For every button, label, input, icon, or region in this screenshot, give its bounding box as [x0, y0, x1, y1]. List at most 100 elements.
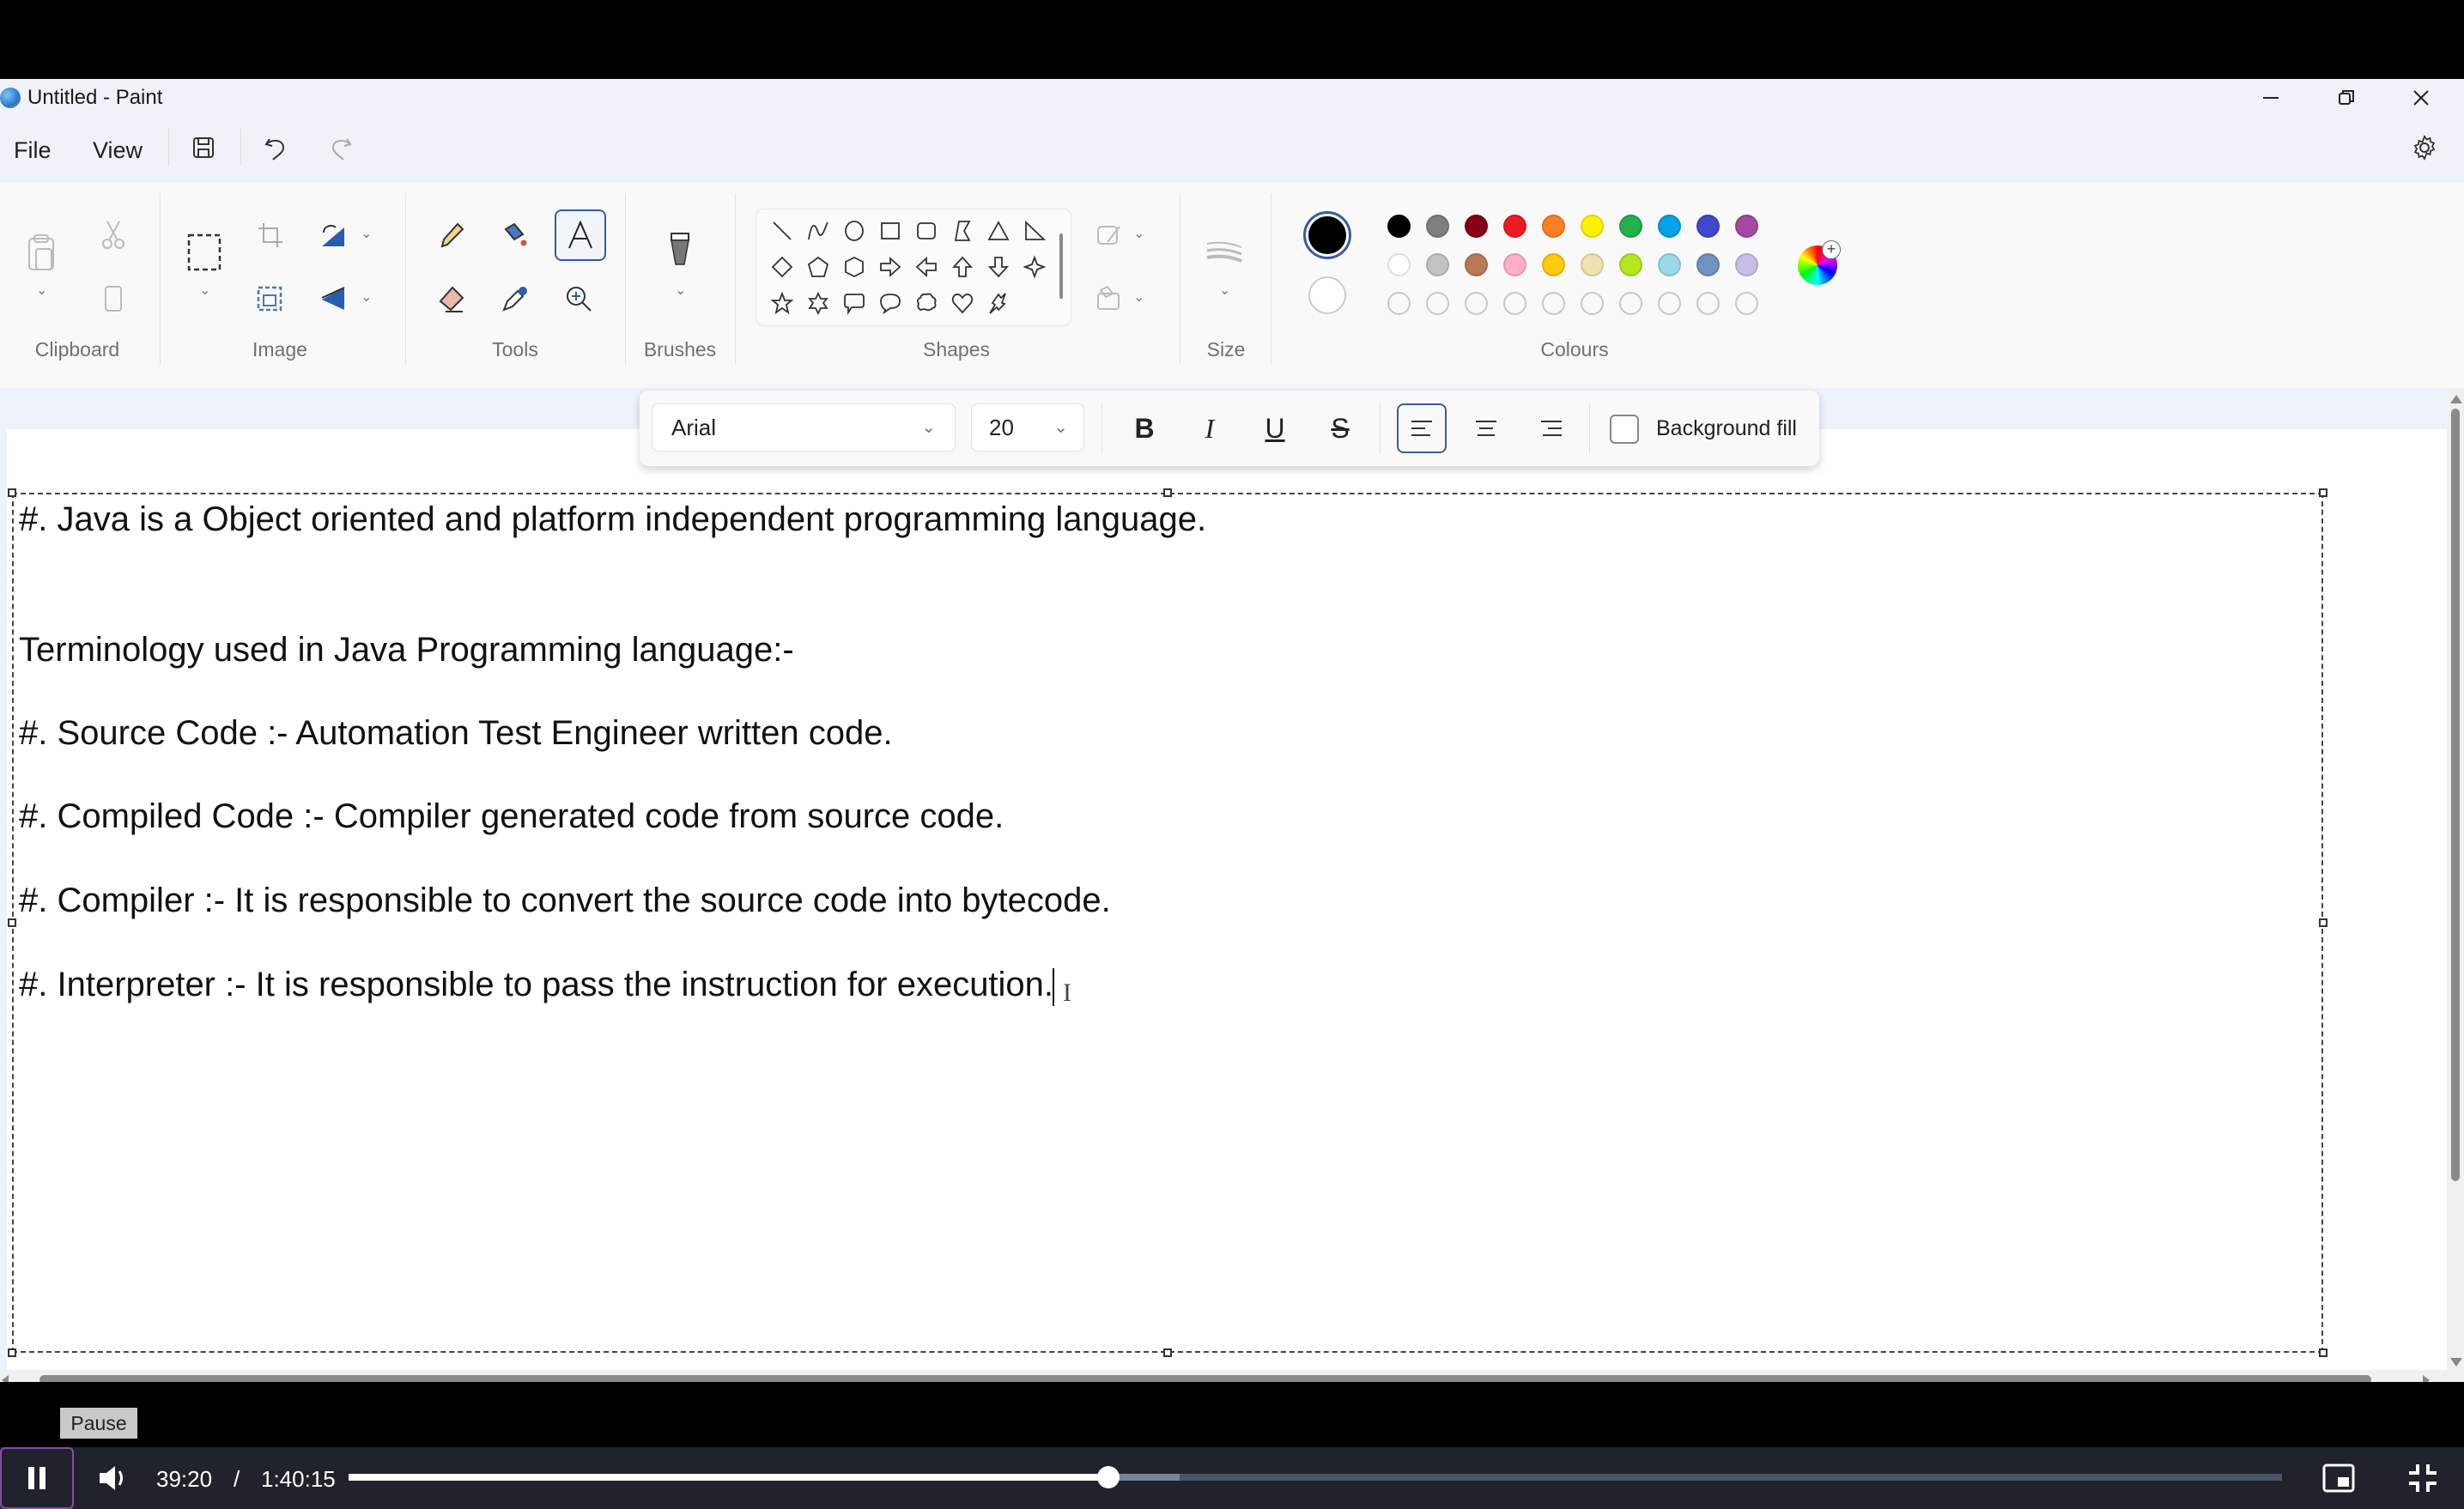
menu-file[interactable]: File — [14, 137, 52, 164]
colour-swatch[interactable] — [1619, 253, 1642, 276]
resize-handle[interactable] — [1163, 488, 1172, 497]
strikethrough-button[interactable]: S — [1318, 406, 1362, 451]
colour-swatch[interactable] — [1542, 253, 1565, 276]
resize-handle[interactable] — [8, 918, 16, 927]
custom-colour-slot[interactable] — [1619, 292, 1642, 315]
shape-five-point-star[interactable] — [764, 285, 800, 321]
colour-swatch[interactable] — [1658, 253, 1681, 276]
cut-button[interactable] — [91, 213, 136, 258]
crop-button[interactable] — [247, 213, 292, 258]
colour-swatch[interactable] — [1658, 215, 1681, 238]
colour-swatch[interactable] — [1426, 215, 1449, 238]
brushes-button[interactable] — [658, 228, 702, 273]
seek-handle[interactable] — [1097, 1466, 1120, 1488]
scroll-down-icon[interactable] — [2450, 1358, 2462, 1367]
close-button[interactable] — [2404, 82, 2438, 113]
bold-button[interactable]: B — [1122, 406, 1167, 451]
rotate-button[interactable] — [311, 213, 355, 258]
colour-swatch[interactable] — [1465, 215, 1488, 238]
shape-cloud-callout[interactable] — [908, 285, 944, 321]
shape-oval[interactable] — [836, 213, 872, 249]
settings-button[interactable] — [2406, 129, 2443, 167]
font-size-select[interactable]: 20 ⌄ — [971, 403, 1084, 451]
custom-colour-slot[interactable] — [1658, 292, 1681, 315]
shape-triangle[interactable] — [980, 213, 1017, 249]
resize-handle[interactable] — [1163, 1348, 1172, 1357]
shape-rounded-callout[interactable] — [836, 285, 872, 321]
shape-oval-callout[interactable] — [872, 285, 908, 321]
shape-lightning[interactable] — [980, 285, 1017, 321]
secondary-colour[interactable] — [1308, 276, 1346, 314]
shape-diamond[interactable] — [764, 249, 800, 285]
paste-button[interactable] — [19, 230, 64, 275]
colour-swatch[interactable] — [1581, 215, 1604, 238]
colour-swatch[interactable] — [1542, 215, 1565, 238]
outline-button[interactable] — [1087, 213, 1132, 258]
pause-button[interactable] — [0, 1447, 74, 1509]
fill-tool[interactable] — [493, 213, 537, 258]
colour-swatch[interactable] — [1465, 253, 1488, 276]
resize-handle[interactable] — [2319, 1348, 2327, 1357]
edit-colours-button[interactable]: + — [1798, 240, 1841, 285]
rotate-dropdown[interactable]: ⌄ — [361, 225, 372, 242]
italic-button[interactable]: I — [1187, 406, 1232, 451]
shape-right-arrow[interactable] — [872, 249, 908, 285]
colour-swatch[interactable] — [1619, 215, 1642, 238]
shape-six-point-star[interactable] — [800, 285, 836, 321]
colour-swatch[interactable] — [1696, 253, 1720, 276]
custom-colour-slot[interactable] — [1696, 292, 1720, 315]
shape-heart[interactable] — [944, 285, 980, 321]
shape-four-point-star[interactable] — [1017, 249, 1053, 285]
shape-pentagon[interactable] — [800, 249, 836, 285]
shape-rectangle[interactable] — [872, 213, 908, 249]
shape-right-triangle[interactable] — [1017, 213, 1053, 249]
menu-view[interactable]: View — [93, 137, 143, 164]
custom-colour-slot[interactable] — [1542, 292, 1565, 315]
volume-button[interactable] — [96, 1463, 130, 1498]
align-center-button[interactable] — [1464, 406, 1508, 451]
custom-colour-slot[interactable] — [1465, 292, 1488, 315]
resize-handle[interactable] — [8, 488, 16, 497]
custom-colour-slot[interactable] — [1581, 292, 1604, 315]
align-right-button[interactable] — [1529, 406, 1574, 451]
primary-colour[interactable] — [1303, 211, 1351, 259]
shape-curve[interactable] — [800, 213, 836, 249]
colour-swatch[interactable] — [1387, 253, 1411, 276]
resize-handle[interactable] — [2319, 488, 2327, 497]
shape-line[interactable] — [764, 213, 800, 249]
flip-dropdown[interactable]: ⌄ — [361, 288, 372, 306]
custom-colour-slot[interactable] — [1426, 292, 1449, 315]
seek-bar[interactable] — [349, 1466, 2282, 1488]
select-button[interactable] — [182, 230, 227, 275]
redo-button[interactable] — [321, 129, 359, 167]
restore-button[interactable] — [2329, 82, 2364, 113]
custom-colour-slot[interactable] — [1503, 292, 1526, 315]
exit-fullscreen-button[interactable] — [2407, 1463, 2438, 1498]
scroll-up-icon[interactable] — [2450, 395, 2462, 403]
size-button[interactable] — [1202, 232, 1247, 276]
brushes-dropdown[interactable]: ⌄ — [675, 282, 686, 299]
copy-button[interactable] — [91, 276, 136, 321]
shape-up-arrow[interactable] — [944, 249, 980, 285]
align-left-button[interactable] — [1397, 403, 1447, 453]
custom-colour-slot[interactable] — [1735, 292, 1758, 315]
minimize-button[interactable] — [2254, 82, 2288, 113]
picture-in-picture-button[interactable] — [2321, 1463, 2356, 1498]
vertical-scroll-thumb[interactable] — [2451, 409, 2460, 1181]
colour-swatch[interactable] — [1735, 215, 1758, 238]
shape-left-arrow[interactable] — [908, 249, 944, 285]
text-box[interactable] — [12, 493, 2323, 1353]
shape-rounded-rectangle[interactable] — [908, 213, 944, 249]
shape-down-arrow[interactable] — [980, 249, 1017, 285]
font-family-select[interactable]: Arial ⌄ — [652, 403, 956, 451]
resize-handle[interactable] — [8, 1348, 16, 1357]
colour-swatch[interactable] — [1426, 253, 1449, 276]
shape-polygon[interactable] — [944, 213, 980, 249]
colour-swatch[interactable] — [1581, 253, 1604, 276]
resize-button[interactable] — [247, 276, 292, 321]
color-picker-tool[interactable] — [493, 276, 537, 321]
paste-dropdown[interactable]: ⌄ — [36, 282, 47, 299]
magnifier-tool[interactable] — [556, 276, 601, 321]
select-dropdown[interactable]: ⌄ — [199, 282, 210, 299]
save-button[interactable] — [185, 129, 222, 167]
